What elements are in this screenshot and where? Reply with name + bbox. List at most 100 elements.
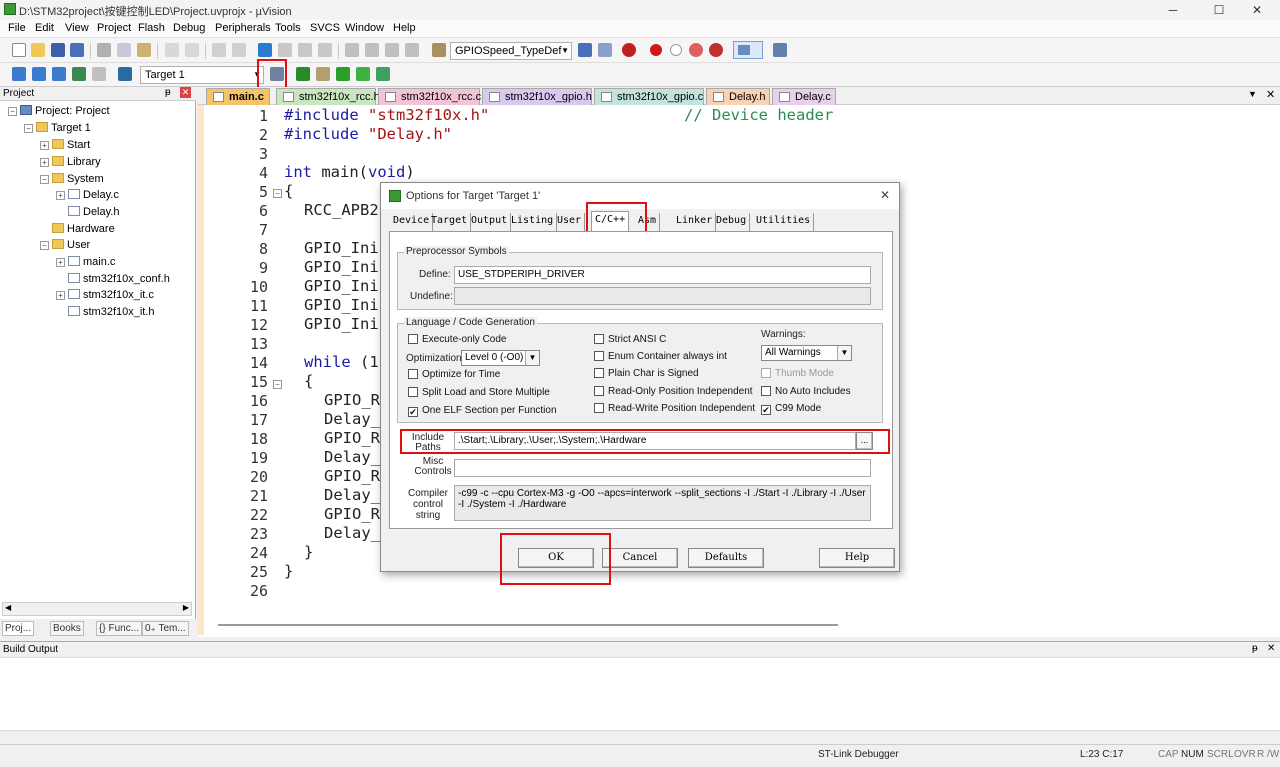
tab-rcc-h[interactable]: stm32f10x_rcc.h [276,88,380,105]
collapse-icon[interactable]: − [24,124,33,133]
manage-components-icon[interactable] [316,67,330,81]
menu-view[interactable]: View [65,22,89,34]
scroll-right-icon[interactable]: ▶ [183,603,189,612]
function-combo[interactable]: GPIOSpeed_TypeDef ▼ [450,42,572,60]
replace-icon[interactable] [598,43,612,57]
warnings-select[interactable]: All Warnings ▼ [761,345,852,361]
new-file-icon[interactable] [12,43,26,57]
tab-gpio-h[interactable]: stm32f10x_gpio.h [482,88,592,105]
tab-rcc-c[interactable]: stm32f10x_rcc.c [378,88,481,105]
configure-icon[interactable] [773,43,787,57]
define-input[interactable]: USE_STDPERIPH_DRIVER [454,266,871,284]
redo-icon[interactable] [185,43,199,57]
fold-toggle-icon[interactable]: − [273,189,282,198]
tab-project[interactable]: Proj... [2,621,35,636]
pin-icon[interactable]: ᵽ [1252,643,1258,654]
menu-file[interactable]: File [8,22,26,34]
disable-breakpoint-icon[interactable] [670,44,682,56]
optimize-time-checkbox[interactable]: Optimize for Time [408,369,500,380]
tree-file-it-h[interactable]: stm32f10x_it.h [68,306,155,318]
scroll-left-icon[interactable]: ◀ [5,603,11,612]
tree-file-conf-h[interactable]: stm32f10x_conf.h [68,273,170,285]
tree-file-delay-h[interactable]: Delay.h [68,206,119,218]
split-load-checkbox[interactable]: Split Load and Store Multiple [408,387,550,398]
menu-svcs[interactable]: SVCS [310,22,340,34]
c99-mode-checkbox[interactable]: ✔ C99 Mode [761,403,821,415]
expand-icon[interactable]: + [40,158,49,167]
tab-device[interactable]: Device [390,213,434,231]
menu-flash[interactable]: Flash [138,22,165,34]
tab-target[interactable]: Target [428,213,472,231]
menu-peripherals[interactable]: Peripherals [215,22,271,34]
menu-project[interactable]: Project [97,22,131,34]
find-in-files-icon[interactable] [432,43,446,57]
plain-char-checkbox[interactable]: Plain Char is Signed [594,368,699,379]
fold-toggle-icon[interactable]: − [273,380,282,389]
copy-icon[interactable] [117,43,131,57]
tree-group-start[interactable]: + Start [40,139,90,151]
project-hscrollbar[interactable]: ◀ ▶ [2,602,192,616]
kill-all-breakpoints-icon[interactable] [709,43,723,57]
expand-icon[interactable]: + [40,141,49,150]
tab-debug[interactable]: Debug [713,213,751,231]
close-panel-icon[interactable]: ✕ [1267,643,1275,654]
close-window-button[interactable]: ✕ [1234,0,1280,20]
next-bookmark-icon[interactable] [298,43,312,57]
undefine-input[interactable] [454,287,871,305]
tree-file-delay-c[interactable]: + Delay.c [56,189,119,201]
collapse-icon[interactable]: − [8,107,17,116]
rw-position-checkbox[interactable]: Read-Write Position Independent [594,403,755,414]
editor-hscrollbar[interactable] [218,624,838,626]
build-hscrollbar[interactable] [0,730,1280,744]
paste-icon[interactable] [137,43,151,57]
tree-group-user[interactable]: − User [40,239,90,251]
find-icon[interactable] [578,43,592,57]
indent-icon[interactable] [345,43,359,57]
pin-icon[interactable]: ᵽ [165,87,171,98]
unindent-icon[interactable] [365,43,379,57]
collapse-icon[interactable]: − [40,241,49,250]
tree-group-library[interactable]: + Library [40,156,101,168]
nav-forward-icon[interactable] [232,43,246,57]
tree-root[interactable]: − Project: Project [8,105,110,117]
expand-icon[interactable]: + [56,258,65,267]
cut-icon[interactable] [97,43,111,57]
enum-container-checkbox[interactable]: Enum Container always int [594,351,727,362]
thumb-mode-checkbox[interactable]: Thumb Mode [761,368,834,379]
tab-functions[interactable]: {} Func... [96,621,143,636]
tab-listing[interactable]: Listing [508,213,558,231]
select-packs-icon[interactable] [336,67,350,81]
strict-ansi-checkbox[interactable]: Strict ANSI C [594,334,666,345]
dialog-close-icon[interactable]: ✕ [880,188,890,202]
prev-bookmark-icon[interactable] [278,43,292,57]
menu-window[interactable]: Window [345,22,384,34]
tab-utilities[interactable]: Utilities [753,213,815,231]
one-elf-checkbox[interactable]: ✔ One ELF Section per Function [408,405,557,417]
menu-edit[interactable]: Edit [35,22,54,34]
tab-list-chevron-icon[interactable]: ▼ [1248,89,1257,99]
open-file-icon[interactable] [31,43,45,57]
rebuild-icon[interactable] [52,67,66,81]
tab-main-c[interactable]: main.c [206,88,270,105]
tree-file-main-c[interactable]: + main.c [56,256,115,268]
ro-position-checkbox[interactable]: Read-Only Position Independent [594,386,753,397]
uncomment-icon[interactable] [405,43,419,57]
stop-build-icon[interactable] [92,67,106,81]
defaults-button[interactable]: Defaults [688,548,764,568]
run-time-env-icon[interactable] [356,67,370,81]
kill-breakpoints-icon[interactable] [689,43,703,57]
cancel-button[interactable]: Cancel [602,548,678,568]
comment-icon[interactable] [385,43,399,57]
undo-icon[interactable] [165,43,179,57]
tree-group-hardware[interactable]: Hardware [52,223,115,235]
collapse-icon[interactable]: − [40,175,49,184]
close-tab-icon[interactable]: ✕ [1266,88,1275,101]
save-all-icon[interactable] [70,43,84,57]
help-button[interactable]: Help [819,548,895,568]
build-icon[interactable] [32,67,46,81]
tab-delay-h[interactable]: Delay.h [706,88,770,105]
tree-group-system[interactable]: − System [40,173,104,185]
no-auto-includes-checkbox[interactable]: No Auto Includes [761,386,851,397]
batch-build-icon[interactable] [72,67,86,81]
minimize-button[interactable]: ─ [1150,0,1196,20]
